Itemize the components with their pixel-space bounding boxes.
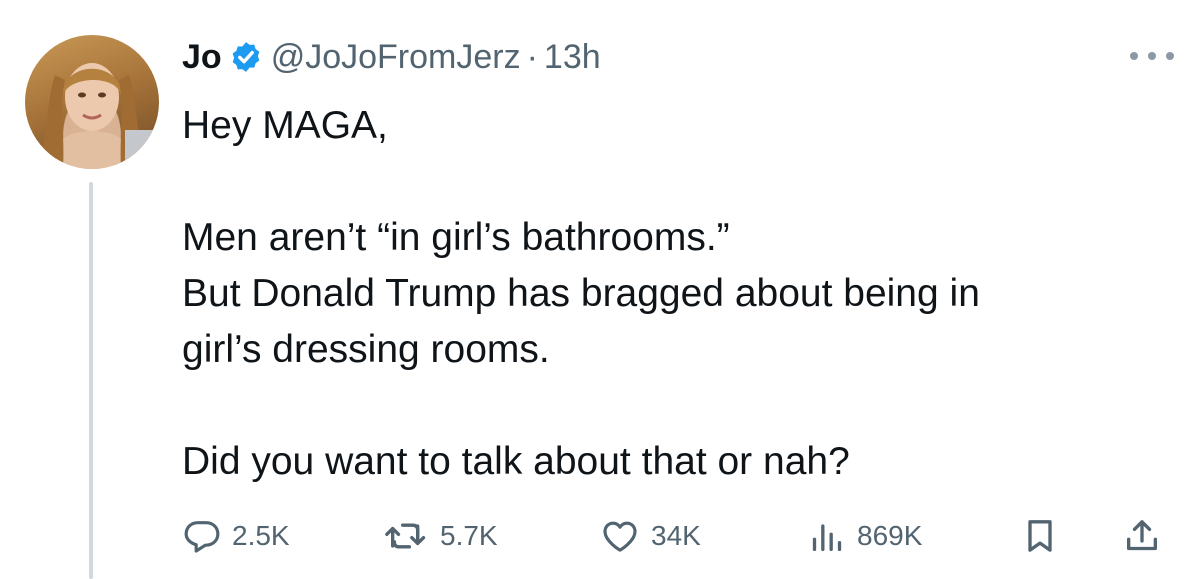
like-count: 34K: [651, 520, 701, 551]
tweet-line: Did you want to talk about that or nah?: [182, 440, 850, 483]
tweet-line: Hey MAGA,: [182, 104, 388, 147]
tweet-line: Men aren’t “in girl’s bathrooms.”: [182, 216, 730, 259]
verified-badge-icon: [232, 42, 260, 72]
tweet-line: But Donald Trump has bragged about being…: [182, 272, 980, 315]
repost-count: 5.7K: [440, 520, 498, 551]
thread-line: [89, 182, 93, 579]
tweet-line: girl’s dressing rooms.: [182, 328, 550, 371]
author-handle[interactable]: @JoJoFromJerz: [271, 38, 521, 77]
avatar-image: [35, 63, 159, 169]
bookmark-icon: [1028, 520, 1052, 552]
views-button[interactable]: 869K: [807, 512, 922, 560]
reply-icon: [184, 521, 220, 553]
share-icon: [1127, 520, 1157, 551]
views-count: 869K: [857, 520, 923, 551]
more-dot: [1130, 52, 1138, 60]
like-button[interactable]: 34K: [599, 512, 701, 560]
author-name[interactable]: Jo: [182, 38, 222, 77]
heart-icon: [603, 521, 637, 552]
tweet-text: Hey MAGA, Men aren’t “in girl’s bathroom…: [182, 98, 1172, 490]
avatar[interactable]: [25, 35, 159, 169]
share-button[interactable]: [1122, 512, 1162, 560]
tweet-header: Jo @JoJoFromJerz · 13h: [182, 32, 601, 82]
bookmark-button[interactable]: [1020, 512, 1060, 560]
reply-count: 2.5K: [232, 520, 290, 551]
repost-button[interactable]: 5.7K: [382, 512, 498, 560]
more-dot: [1148, 52, 1156, 60]
views-icon: [812, 524, 842, 551]
more-icon[interactable]: [1130, 44, 1174, 68]
timestamp[interactable]: 13h: [544, 38, 601, 77]
repost-icon: [385, 523, 426, 549]
separator-dot: ·: [526, 37, 538, 76]
more-dot: [1166, 52, 1174, 60]
reply-button[interactable]: 2.5K: [182, 512, 290, 560]
tweet-actions: 2.5K 5.7K 34K 869K: [182, 512, 1172, 560]
